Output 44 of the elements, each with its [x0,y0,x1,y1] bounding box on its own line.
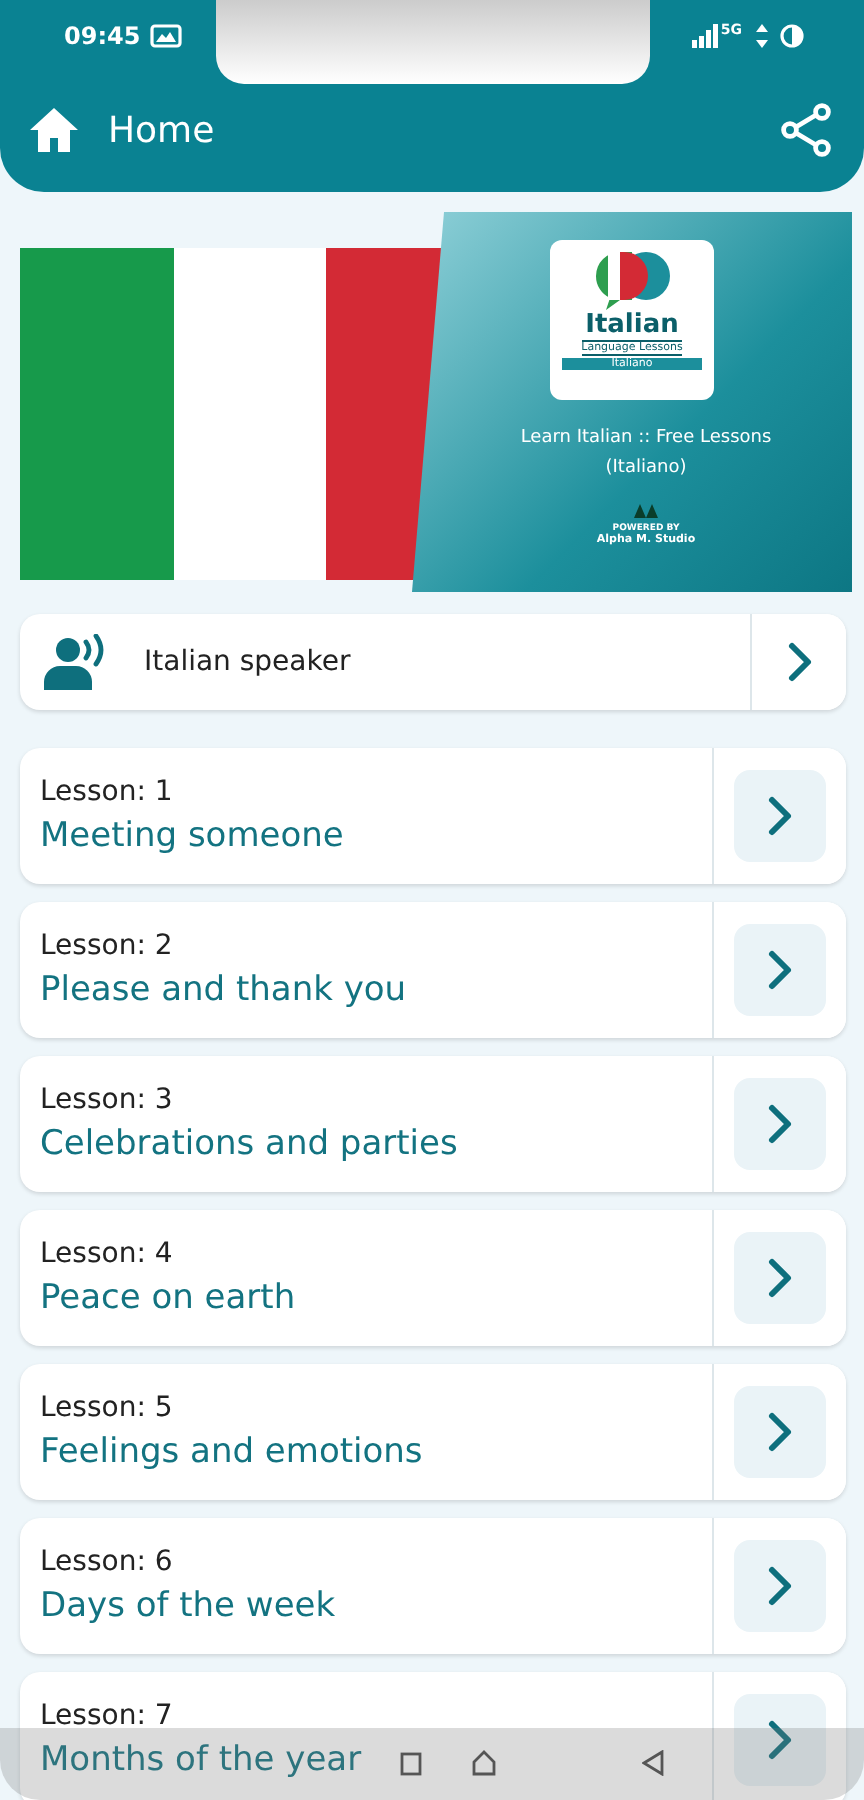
lesson-number: Lesson: 7 [40,1700,173,1732]
open-lesson-button[interactable] [712,1672,846,1800]
share-icon[interactable] [780,102,832,158]
gallery-icon [150,24,183,48]
chevron-right-icon [785,640,813,684]
open-lesson-button[interactable] [712,748,846,884]
chevron-right-icon [766,1256,794,1300]
battery-icon [780,24,804,48]
lesson-title: Peace on earth [40,1278,296,1318]
lesson-title: Celebrations and parties [40,1124,458,1164]
lesson-number: Lesson: 2 [40,930,173,962]
lesson-number: Lesson: 5 [40,1392,173,1424]
chevron-right-icon [766,794,794,838]
home-nav-icon[interactable] [472,1750,496,1776]
open-lesson-button[interactable] [712,1056,846,1192]
open-lesson-button[interactable] [712,1210,846,1346]
lesson-title: Meeting someone [40,816,344,856]
chevron-right-icon [766,1410,794,1454]
open-lesson-button[interactable] [712,1518,846,1654]
lesson-number: Lesson: 6 [40,1546,173,1578]
lesson-number: Lesson: 3 [40,1084,173,1116]
data-arrows-icon [754,24,770,48]
lesson-title: Please and thank you [40,970,407,1010]
speaker-label: Italian speaker [144,646,351,678]
chevron-right-icon [766,1564,794,1608]
back-icon[interactable] [642,1750,664,1776]
logo-title: Italian [585,312,679,340]
home-icon[interactable] [28,106,80,154]
lesson-title: Feelings and emotions [40,1432,423,1472]
chevron-right-icon [766,948,794,992]
chevron-right-icon [766,1718,794,1762]
lesson-number: Lesson: 1 [40,776,173,808]
status-time: 09:45 [64,22,141,50]
signal-icon [692,24,721,48]
lesson-number: Lesson: 4 [40,1238,173,1270]
lesson-title: Days of the week [40,1586,336,1626]
open-speaker-button[interactable] [750,614,846,710]
lesson-title: Months of the year [40,1740,362,1780]
open-lesson-button[interactable] [712,902,846,1038]
recents-icon[interactable] [400,1750,424,1776]
banner-headline: Learn Italian :: Free Lessons (Italiano) [518,426,774,482]
page-title: Home [108,109,217,151]
chevron-right-icon [766,1102,794,1146]
open-lesson-button[interactable] [712,1364,846,1500]
